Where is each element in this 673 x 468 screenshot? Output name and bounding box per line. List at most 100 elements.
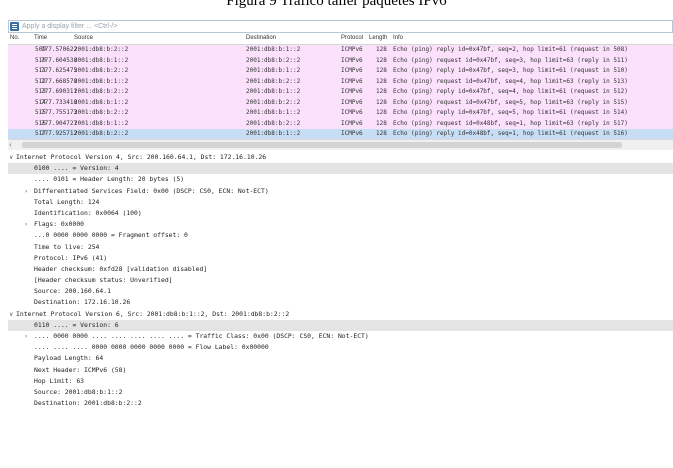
packet-info: Echo (ping) reply id=0x47bf, seq=3, hop … — [393, 67, 628, 74]
tree-field[interactable]: Header checksum: 0xfd28 [validation disa… — [8, 264, 673, 275]
packet-length: 128 — [376, 67, 387, 74]
tree-field-text: Next Header: ICMPv6 (58) — [34, 365, 127, 374]
packet-protocol: ICMPv6 — [341, 109, 363, 116]
packet-row[interactable]: 510 777.604530 2001:db8:b:1::2 2001:db8:b:2… — [8, 55, 673, 66]
chevron-right-icon[interactable]: › — [25, 186, 32, 197]
packet-time: 777.625475 — [41, 67, 78, 74]
tree-section-header[interactable]: ∨ Internet Protocol Version 6, Src: 2001:… — [8, 309, 673, 320]
packet-time: 777.668570 — [41, 77, 78, 85]
packet-info: Echo (ping) request id=0x47bf, seq=5, ho… — [393, 98, 628, 106]
scrollbar-thumb[interactable] — [22, 142, 622, 148]
scroll-left-arrow-icon[interactable]: ‹ — [9, 141, 12, 149]
packet-source: 2001:db8:b:1::2 — [74, 98, 129, 106]
tree-field[interactable]: ...0 0000 0000 0000 = Fragment offset: 0 — [8, 230, 673, 241]
packet-time: 777.925712 — [41, 130, 78, 137]
tree-field[interactable]: ›.... 0000 0000 .... .... .... .... ....… — [8, 331, 673, 342]
tree-field[interactable]: Next Header: ICMPv6 (58) — [8, 365, 673, 376]
tree-field-text: Total Length: 124 — [34, 197, 100, 206]
packet-list-horizontal-scrollbar[interactable]: ‹ — [8, 139, 673, 150]
tree-field[interactable]: Time to live: 254 — [8, 242, 673, 253]
chevron-right-icon[interactable]: › — [25, 219, 32, 230]
tree-field-text: Protocol: IPv6 (41) — [34, 253, 108, 262]
column-header-info[interactable]: Info — [393, 35, 403, 41]
tree-field[interactable]: Payload Length: 64 — [8, 353, 673, 364]
packet-protocol: ICMPv6 — [341, 77, 363, 85]
packet-row[interactable]: 513 777.690311 2001:db8:b:2::2 2001:db8:b:1… — [8, 87, 673, 98]
packet-length: 128 — [376, 98, 387, 106]
tree-field-text: ...0 0000 0000 0000 = Fragment offset: 0 — [34, 231, 188, 240]
tree-field[interactable]: › Flags: 0x0000 — [8, 219, 673, 230]
tree-field-text: Destination: 2001:db8:b:2::2 — [34, 399, 142, 408]
packet-length: 128 — [376, 109, 387, 116]
packet-time: 777.690311 — [41, 88, 78, 95]
tree-field-text: .... 0101 = Header Length: 20 bytes (5) — [34, 175, 185, 184]
packet-source: 2001:db8:b:2::2 — [74, 88, 129, 95]
packet-time: 777.733410 — [41, 98, 78, 106]
packet-info: Echo (ping) reply id=0x47bf, seq=5, hop … — [393, 109, 628, 116]
packet-row[interactable]: 517 777.925712 2001:db8:b:2::2 2001:db8:b:1… — [8, 129, 673, 139]
column-header-destination[interactable]: Destination — [246, 35, 276, 41]
packet-destination: 2001:db8:b:2::2 — [246, 98, 301, 106]
packet-protocol: ICMPv6 — [341, 119, 363, 127]
packet-row[interactable]: 514 777.733410 2001:db8:b:1::2 2001:db8:b:2… — [8, 97, 673, 108]
column-header-no[interactable]: No. — [10, 35, 19, 41]
packet-protocol: ICMPv6 — [341, 88, 363, 95]
packet-length: 128 — [376, 88, 387, 95]
tree-field[interactable]: Source: 200.160.64.1 — [8, 286, 673, 297]
display-filter-input[interactable]: Apply a display filter ... <Ctrl-/> — [22, 22, 117, 31]
chevron-right-icon[interactable]: › — [25, 331, 32, 342]
packet-row[interactable]: 516 777.904727 2001:db8:b:1::2 2001:db8:b:2… — [8, 118, 673, 129]
packet-source: 2001:db8:b:1::2 — [74, 56, 129, 64]
tree-field[interactable]: › Differentiated Services Field: 0x00 (DS… — [8, 186, 673, 197]
chevron-down-icon[interactable]: ∨ — [9, 152, 16, 163]
bookmark-filter-icon[interactable] — [10, 22, 19, 31]
packet-protocol: ICMPv6 — [341, 56, 363, 64]
tree-field[interactable]: 0100 .... = Version: 4 — [8, 163, 673, 175]
tree-field-text: Identification: 0x0064 (100) — [34, 208, 142, 217]
tree-field[interactable]: 0110 .... = Version: 6 — [8, 319, 673, 331]
tree-field[interactable]: Protocol: IPv6 (41) — [8, 253, 673, 264]
packet-time: 777.904727 — [41, 119, 78, 127]
tree-field-text: [Header checksum status: Unverified] — [34, 276, 173, 285]
tree-field[interactable]: Destination: 172.16.10.26 — [8, 297, 673, 308]
packet-row[interactable]: 511 777.625475 2001:db8:b:2::2 2001:db8:b:1… — [8, 66, 673, 77]
tree-section-header[interactable]: ∨ Internet Protocol Version 4, Src: 200.1… — [8, 152, 673, 163]
tree-field[interactable]: .... 0101 = Header Length: 20 bytes (5) — [8, 174, 673, 185]
tree-field[interactable]: Destination: 2001:db8:b:2::2 — [8, 398, 673, 409]
chevron-down-icon[interactable]: ∨ — [9, 309, 16, 320]
column-header-time[interactable]: Time — [34, 35, 47, 41]
tree-field[interactable]: [Header checksum status: Unverified] — [8, 275, 673, 286]
tree-field[interactable]: Source: 2001:db8:b:1::2 — [8, 387, 673, 398]
packet-info: Echo (ping) request id=0x48bf, seq=1, ho… — [393, 119, 628, 127]
column-header-protocol[interactable]: Protocol — [341, 35, 363, 41]
packet-details-tree[interactable]: ∨ Internet Protocol Version 4, Src: 200.1… — [8, 152, 673, 468]
packet-source: 2001:db8:b:2::2 — [74, 46, 129, 53]
column-header-length[interactable]: Length — [369, 35, 387, 41]
tree-field-text: Source: 2001:db8:b:1::2 — [34, 387, 123, 396]
display-filter-bar[interactable]: Apply a display filter ... <Ctrl-/> — [8, 20, 673, 33]
packet-list[interactable]: 509 777.570622 2001:db8:b:2::2 2001:db8:b:1… — [8, 45, 673, 139]
packet-info: Echo (ping) request id=0x47bf, seq=4, ho… — [393, 77, 628, 85]
column-header-source[interactable]: Source — [74, 35, 93, 41]
tree-field-text: Source: 200.160.64.1 — [34, 287, 111, 296]
tree-field[interactable]: .... .... .... 0000 0000 0000 0000 0000 … — [8, 342, 673, 353]
tree-field-text: 0110 .... = Version: 6 — [34, 320, 119, 329]
tree-field[interactable]: Hop Limit: 63 — [8, 376, 673, 387]
packet-destination: 2001:db8:b:1::2 — [246, 109, 301, 116]
packet-row[interactable]: 509 777.570622 2001:db8:b:2::2 2001:db8:b:1… — [8, 45, 673, 56]
tree-field[interactable]: Total Length: 124 — [8, 197, 673, 208]
packet-source: 2001:db8:b:2::2 — [74, 67, 129, 74]
packet-row[interactable]: 512 777.668570 2001:db8:b:1::2 2001:db8:b:2… — [8, 76, 673, 87]
figure-caption: Figura 9 Tráfico taller paquetes IPv6 — [0, 0, 673, 20]
packet-protocol: ICMPv6 — [341, 46, 363, 53]
tree-field[interactable]: Identification: 0x0064 (100) — [8, 208, 673, 219]
packet-row[interactable]: 515 777.755173 2001:db8:b:2::2 2001:db8:b:1… — [8, 108, 673, 119]
packet-source: 2001:db8:b:2::2 — [74, 130, 129, 137]
tree-field-text: .... .... .... 0000 0000 0000 0000 0000 … — [34, 343, 269, 352]
packet-info: Echo (ping) request id=0x47bf, seq=3, ho… — [393, 56, 628, 64]
packet-length: 128 — [376, 46, 387, 53]
packet-source: 2001:db8:b:2::2 — [74, 109, 129, 116]
packet-source: 2001:db8:b:1::2 — [74, 77, 129, 85]
packet-destination: 2001:db8:b:1::2 — [246, 88, 301, 95]
packet-length: 128 — [376, 77, 387, 85]
